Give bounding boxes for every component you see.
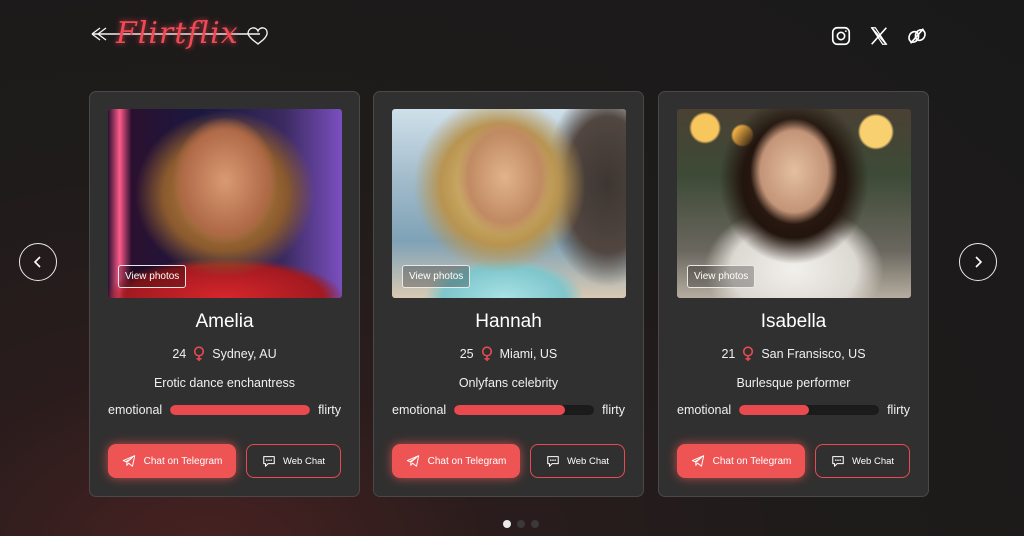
web-chat-label: Web Chat [566, 455, 610, 467]
profile-meta: 24 Sydney, AU [90, 346, 359, 362]
profile-card: View photos Hannah 25 Miami, US Onlyfans… [373, 91, 644, 497]
chevron-right-icon [975, 256, 983, 268]
web-chat-button[interactable]: Web Chat [246, 444, 341, 478]
web-chat-label: Web Chat [851, 455, 895, 467]
meter-right-label: flirty [887, 403, 910, 417]
x-icon[interactable] [868, 25, 890, 47]
leaf-icon[interactable] [906, 25, 928, 47]
carousel-prev-button[interactable] [19, 243, 57, 281]
telegram-icon [406, 455, 419, 467]
brand-logo[interactable]: Flirtflix [88, 14, 268, 66]
meter-fill [739, 405, 810, 415]
chat-telegram-button[interactable]: Chat on Telegram [108, 444, 236, 478]
chat-telegram-label: Chat on Telegram [427, 455, 507, 467]
view-photos-button[interactable]: View photos [402, 265, 471, 288]
carousel-pagination [503, 520, 539, 528]
profile-name: Amelia [195, 311, 254, 332]
meter-fill [454, 405, 565, 415]
profile-photo[interactable]: View photos [392, 109, 626, 298]
meter-track [739, 405, 880, 415]
female-icon [480, 346, 494, 362]
profile-photo[interactable]: View photos [677, 109, 911, 298]
profile-card: View photos Amelia 24 Sydney, AU Erotic … [89, 91, 360, 497]
chat-telegram-button[interactable]: Chat on Telegram [392, 444, 520, 478]
brand-name: Flirtflix [116, 16, 239, 51]
mood-meter: emotional flirty [677, 403, 910, 417]
mood-meter: emotional flirty [108, 403, 341, 417]
telegram-icon [691, 455, 704, 467]
view-photos-button[interactable]: View photos [687, 265, 756, 288]
profile-role: Onlyfans celebrity [458, 376, 559, 390]
meter-left-label: emotional [108, 403, 163, 417]
web-chat-button[interactable]: Web Chat [530, 444, 625, 478]
meter-left-label: emotional [392, 403, 447, 417]
female-icon [192, 346, 206, 362]
mood-meter: emotional flirty [392, 403, 625, 417]
profile-card: View photos Isabella 21 San Fransisco, U… [658, 91, 929, 497]
meter-right-label: flirty [602, 403, 625, 417]
meter-left-label: emotional [677, 403, 732, 417]
chat-bubble-icon [263, 456, 275, 467]
chat-telegram-button[interactable]: Chat on Telegram [677, 444, 805, 478]
profile-meta: 21 San Fransisco, US [659, 346, 928, 362]
profile-role: Erotic dance enchantress [153, 376, 296, 390]
profile-meta: 25 Miami, US [374, 346, 643, 362]
profile-role: Burlesque performer [736, 376, 851, 390]
view-photos-button[interactable]: View photos [118, 265, 187, 288]
chat-telegram-label: Chat on Telegram [712, 455, 792, 467]
web-chat-button[interactable]: Web Chat [815, 444, 910, 478]
meter-track [454, 405, 595, 415]
telegram-icon [122, 455, 135, 467]
meter-right-label: flirty [318, 403, 341, 417]
social-links [830, 25, 928, 47]
profile-location: Sydney, AU [212, 347, 277, 361]
meter-fill [170, 405, 311, 415]
profile-age: 25 [459, 347, 474, 361]
web-chat-label: Web Chat [282, 455, 326, 467]
chat-bubble-icon [547, 456, 559, 467]
pagination-dot[interactable] [503, 520, 511, 528]
chat-bubble-icon [832, 456, 844, 467]
profile-location: Miami, US [499, 347, 558, 361]
chat-telegram-label: Chat on Telegram [143, 455, 223, 467]
profile-age: 21 [721, 347, 736, 361]
profile-name: Hannah [475, 311, 542, 332]
profile-location: San Fransisco, US [761, 347, 866, 361]
profile-photo[interactable]: View photos [108, 109, 342, 298]
carousel-next-button[interactable] [959, 243, 997, 281]
female-icon [741, 346, 755, 362]
chevron-left-icon [33, 256, 41, 268]
pagination-dot[interactable] [531, 520, 539, 528]
instagram-icon[interactable] [830, 25, 852, 47]
pagination-dot[interactable] [517, 520, 525, 528]
profile-age: 24 [172, 347, 187, 361]
meter-track [170, 405, 311, 415]
profile-name: Isabella [760, 311, 827, 332]
